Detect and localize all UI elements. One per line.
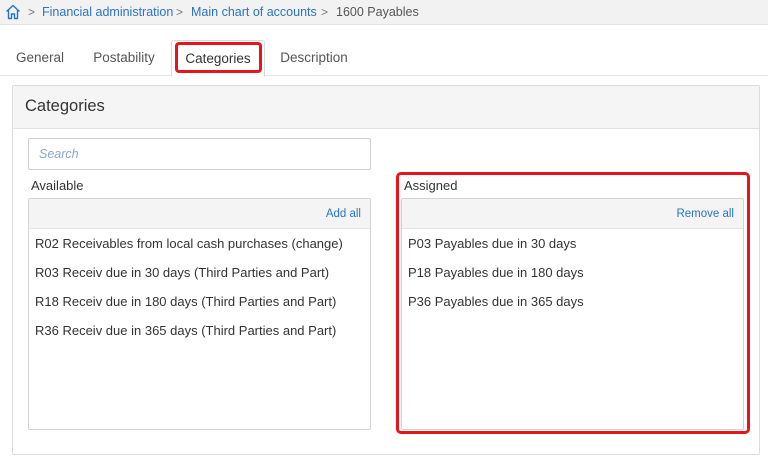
assigned-list-toolbar: Remove all [402, 199, 743, 229]
tab-postability[interactable]: Postability [82, 40, 166, 76]
breadcrumb-main-chart-of-accounts[interactable]: Main chart of accounts [191, 5, 317, 19]
available-item[interactable]: R36 Receiv due in 365 days (Third Partie… [29, 316, 370, 345]
breadcrumb-financial-administration[interactable]: Financial administration [42, 5, 173, 19]
available-list-toolbar: Add all [29, 199, 370, 229]
breadcrumb: > Financial administration > Main chart … [0, 0, 768, 25]
tab-general[interactable]: General [6, 40, 74, 76]
breadcrumb-separator: > [321, 5, 329, 19]
tab-bar: General Postability Categories Descripti… [0, 40, 768, 77]
panel-title: Categories [13, 86, 759, 129]
assigned-list: Remove all P03 Payables due in 30 days P… [401, 198, 744, 430]
available-item[interactable]: R03 Receiv due in 30 days (Third Parties… [29, 258, 370, 287]
available-label: Available [31, 178, 84, 193]
breadcrumb-separator: > [28, 5, 36, 19]
add-all-button[interactable]: Add all [326, 208, 361, 220]
assigned-item[interactable]: P18 Payables due in 180 days [402, 258, 743, 287]
assigned-item[interactable]: P03 Payables due in 30 days [402, 229, 743, 258]
available-list: Add all R02 Receivables from local cash … [28, 198, 371, 430]
assigned-item[interactable]: P36 Payables due in 365 days [402, 287, 743, 316]
assigned-label: Assigned [404, 178, 458, 193]
remove-all-button[interactable]: Remove all [676, 208, 734, 220]
tab-categories[interactable]: Categories [171, 40, 265, 77]
home-icon[interactable] [4, 3, 22, 21]
search-input[interactable] [28, 138, 371, 170]
breadcrumb-current-account: 1600 Payables [336, 5, 419, 19]
tab-description[interactable]: Description [272, 40, 356, 76]
available-item[interactable]: R18 Receiv due in 180 days (Third Partie… [29, 287, 370, 316]
available-item[interactable]: R02 Receivables from local cash purchase… [29, 229, 370, 258]
breadcrumb-separator: > [176, 5, 184, 19]
